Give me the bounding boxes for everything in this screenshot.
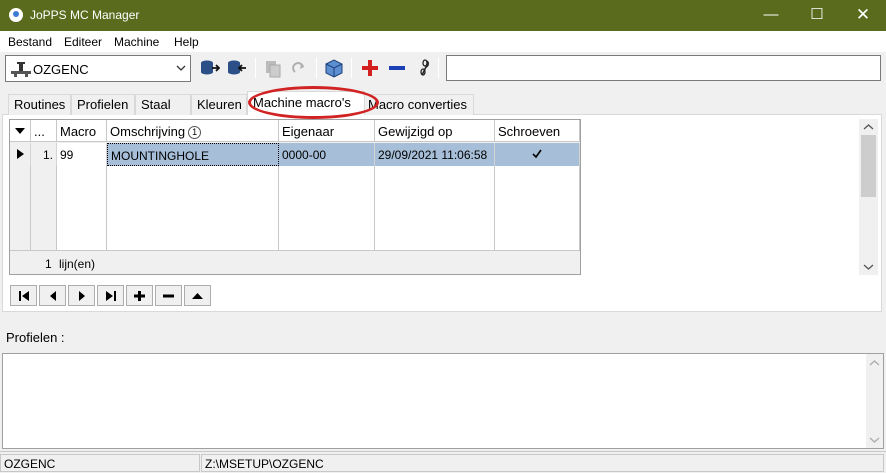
row-count-label: lijn(en) (59, 257, 96, 271)
close-button[interactable]: ✕ (840, 0, 886, 31)
grid-empty-area (581, 119, 859, 275)
cell-omschrijving[interactable]: MOUNTINGHOLE (107, 143, 279, 166)
scroll-up-icon[interactable] (869, 358, 880, 369)
cell-gewijzigd-op[interactable]: 29/09/2021 11:06:58 (375, 143, 495, 166)
add-icon[interactable] (360, 58, 380, 78)
scroll-thumb[interactable] (861, 135, 876, 197)
status-machine: OZGENC (0, 454, 200, 472)
grid-empty-column (495, 166, 580, 250)
menu-editeer[interactable]: Editeer (64, 35, 102, 49)
grid-footer: 1 lijn(en) (10, 250, 580, 274)
first-record-button[interactable] (10, 285, 37, 306)
toolbar: OZGENC (0, 52, 886, 86)
machine-select[interactable]: OZGENC (5, 55, 191, 82)
first-icon (19, 291, 29, 301)
profielen-label: Profielen : (6, 330, 65, 345)
tab-macro-converties[interactable]: Macro converties (362, 94, 474, 115)
tab-staal[interactable]: Staal (135, 94, 191, 115)
macro-grid: ... Macro Omschrijving 1 Eigenaar Gewijzi… (9, 119, 581, 275)
edit-record-button[interactable] (184, 285, 211, 306)
current-row-arrow-icon (17, 149, 24, 159)
scroll-down-icon[interactable] (869, 434, 880, 445)
machine-select-value: OZGENC (33, 62, 89, 77)
index-column (31, 166, 57, 250)
package-icon[interactable] (324, 58, 344, 78)
col-index-header[interactable]: ... (31, 120, 57, 142)
plus-icon (134, 291, 145, 301)
prior-record-button[interactable] (39, 285, 66, 306)
grid-vertical-scrollbar[interactable] (859, 119, 878, 275)
tab-kleuren[interactable]: Kleuren (191, 94, 247, 115)
minimize-button[interactable]: — (748, 0, 794, 31)
last-icon (106, 291, 116, 301)
menu-bestand[interactable]: Bestand (8, 35, 52, 49)
grid-menu-header[interactable] (10, 120, 31, 142)
row-count: 1 (45, 257, 52, 271)
toolbar-separator (438, 58, 439, 78)
link-icon[interactable] (414, 58, 434, 78)
toolbar-separator (255, 58, 256, 78)
minus-icon (163, 294, 174, 298)
chevron-down-icon (176, 65, 186, 71)
profielen-textarea[interactable] (2, 353, 884, 449)
status-path: Z:\MSETUP\OZGENC (201, 454, 884, 472)
scroll-down-icon[interactable] (863, 261, 874, 272)
grid-empty-column (279, 166, 375, 250)
col-gewijzigd-header[interactable]: Gewijzigd op (375, 120, 495, 142)
row-index: 1. (31, 143, 57, 166)
col-omschrijving-header[interactable]: Omschrijving 1 (107, 120, 279, 142)
menu-bar: Bestand Editeer Machine Help (0, 31, 886, 52)
next-record-button[interactable] (68, 285, 95, 306)
row-indicator[interactable] (10, 143, 31, 166)
cell-eigenaar[interactable]: 0000-00 (279, 143, 375, 166)
remove-icon[interactable] (387, 58, 407, 78)
status-bar: OZGENC Z:\MSETUP\OZGENC (0, 451, 886, 473)
last-record-button[interactable] (97, 285, 124, 306)
insert-record-button[interactable] (126, 285, 153, 306)
next-icon (79, 291, 85, 301)
row-indicator-column (10, 166, 31, 250)
prior-icon (50, 291, 56, 301)
col-macro-header[interactable]: Macro (57, 120, 107, 142)
dropdown-arrow-icon (15, 128, 25, 134)
maximize-button[interactable]: ☐ (794, 0, 840, 31)
menu-machine[interactable]: Machine (114, 35, 159, 49)
export-database-icon[interactable] (200, 58, 220, 78)
up-arrow-icon (192, 293, 203, 299)
toolbar-separator (316, 58, 317, 78)
col-schroeven-header[interactable]: Schroeven (495, 120, 580, 142)
col-omschrijving-label: Omschrijving (110, 124, 186, 139)
import-database-icon[interactable] (227, 58, 247, 78)
cell-macro[interactable]: 99 (57, 143, 107, 166)
tab-machine-macros[interactable]: Machine macro's (247, 91, 365, 115)
title-bar: JoPPS MC Manager — ☐ ✕ (0, 0, 886, 31)
toolbar-separator (351, 58, 352, 78)
tab-profielen[interactable]: Profielen (71, 94, 135, 115)
menu-help[interactable]: Help (174, 35, 199, 49)
app-icon (9, 8, 23, 22)
redo-icon[interactable] (289, 58, 309, 78)
cell-schroeven[interactable] (495, 143, 580, 166)
checkbox-checked-icon[interactable] (532, 149, 542, 159)
scroll-up-icon[interactable] (863, 122, 874, 133)
sort-ascending-icon: 1 (188, 126, 202, 139)
col-eigenaar-header[interactable]: Eigenaar (279, 120, 375, 142)
profielen-scrollbar[interactable] (866, 354, 883, 448)
toolbar-input[interactable] (446, 55, 881, 81)
window-title: JoPPS MC Manager (30, 8, 140, 22)
grid-empty-column (375, 166, 495, 250)
machine-icon (11, 62, 31, 77)
delete-record-button[interactable] (155, 285, 182, 306)
tab-routines[interactable]: Routines (8, 94, 71, 115)
grid-empty-column (57, 166, 107, 250)
grid-empty-column (107, 166, 279, 250)
copy-icon[interactable] (263, 58, 283, 78)
